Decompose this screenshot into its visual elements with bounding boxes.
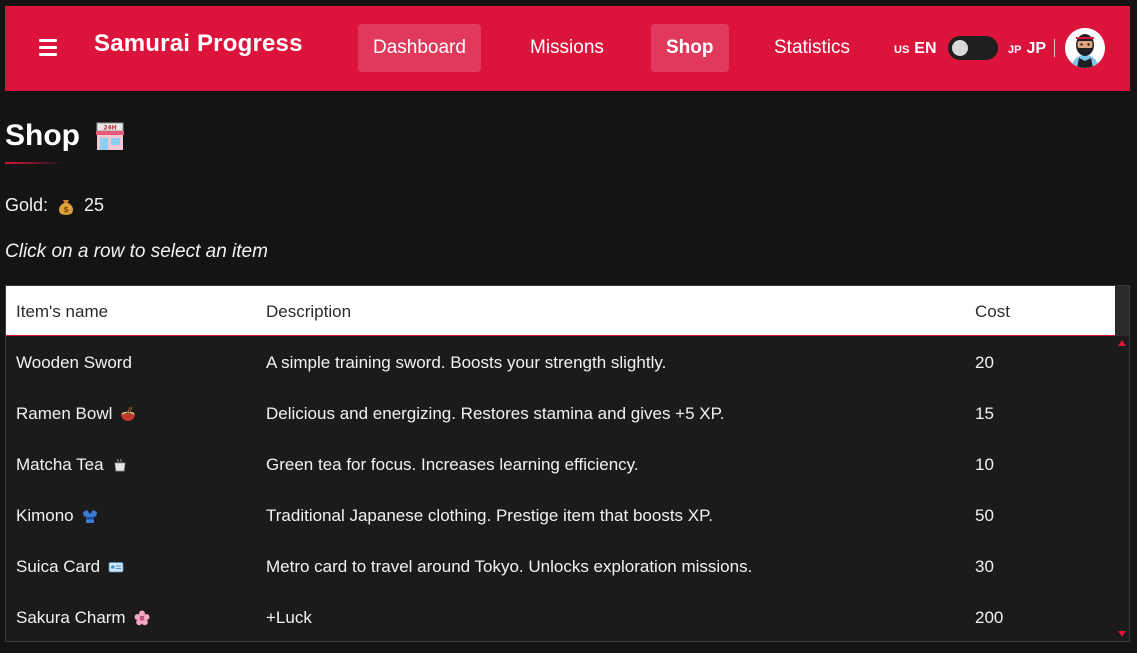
table-row[interactable]: Kimono Traditional Japanese clothing. Pr… — [6, 490, 1116, 541]
nav-shop[interactable]: Shop — [651, 24, 729, 72]
gold-balance: Gold: $ 25 — [5, 195, 104, 216]
language-toggle[interactable] — [948, 36, 998, 60]
user-avatar[interactable] — [1065, 28, 1105, 68]
item-name-cell: Sakura Charm — [16, 608, 150, 628]
table-scrollbar[interactable] — [1115, 286, 1129, 641]
ramen-icon — [121, 406, 136, 421]
item-cost-cell: 200 — [975, 608, 1004, 627]
item-cost-cell: 30 — [975, 557, 994, 576]
gold-label: Gold: — [5, 195, 49, 215]
item-description-cell: A simple training sword. Boosts your str… — [266, 353, 667, 372]
app-brand[interactable]: Samurai Progress — [94, 30, 303, 58]
lang-jp-label: JP JP — [1008, 40, 1046, 58]
item-name: Ramen Bowl — [16, 404, 113, 423]
item-name: Matcha Tea — [16, 455, 104, 474]
id-card-icon — [108, 562, 124, 573]
lang-en-label: US EN — [894, 40, 937, 58]
header-item-name[interactable]: Item's name — [16, 302, 108, 322]
item-name: Sakura Charm — [16, 608, 126, 627]
item-name-cell: Matcha Tea — [16, 455, 128, 475]
us-flag-code: US — [894, 44, 910, 56]
svg-text:24H: 24H — [103, 125, 116, 132]
gold-value: 25 — [84, 195, 105, 215]
title-underline — [5, 162, 63, 164]
header-cost[interactable]: Cost — [975, 302, 1010, 322]
table-row[interactable]: Suica Card Metro card to travel around T… — [6, 541, 1116, 592]
item-name-cell: Suica Card — [16, 557, 124, 577]
svg-text:$: $ — [63, 205, 69, 214]
item-cost-cell: 15 — [975, 404, 994, 423]
nav-statistics[interactable]: Statistics — [759, 24, 865, 72]
item-description-cell: Traditional Japanese clothing. Prestige … — [266, 506, 713, 525]
page-title: Shop 24H — [5, 119, 126, 153]
scrollbar-header-pad — [1115, 286, 1129, 336]
nav-divider — [1054, 39, 1055, 57]
item-cost-cell: 20 — [975, 353, 994, 372]
item-name-cell: Wooden Sword — [16, 353, 132, 373]
toggle-knob — [952, 40, 968, 56]
table-row[interactable]: Sakura Charm +Luck 200 — [6, 592, 1116, 641]
table-row[interactable]: Ramen Bowl Delicious and energizing. Res… — [6, 388, 1116, 439]
page-title-text: Shop — [5, 119, 80, 152]
kimono-icon — [82, 510, 97, 523]
item-description-cell: +Luck — [266, 608, 312, 627]
item-description-cell: Metro card to travel around Tokyo. Unloc… — [266, 557, 753, 576]
top-navbar: Samurai Progress Dashboard Missions Shop… — [5, 6, 1130, 91]
jp-flag-code: JP — [1008, 44, 1022, 56]
convenience-store-icon: 24H — [96, 122, 124, 150]
item-name: Suica Card — [16, 557, 101, 576]
header-description[interactable]: Description — [266, 302, 351, 322]
lang-en-text: EN — [914, 40, 937, 57]
shop-table: Item's name Description Cost Wooden Swor… — [5, 285, 1130, 642]
item-name: Kimono — [16, 506, 74, 525]
item-cost-cell: 10 — [975, 455, 994, 474]
select-hint: Click on a row to select an item — [5, 241, 268, 262]
item-cost-cell: 50 — [975, 506, 994, 525]
tea-icon — [114, 458, 126, 472]
scroll-up-arrow-icon[interactable] — [1118, 340, 1126, 346]
ninja-avatar-icon — [1065, 28, 1105, 68]
nav-dashboard[interactable]: Dashboard — [358, 24, 481, 72]
table-header: Item's name Description Cost — [6, 286, 1116, 336]
item-name: Wooden Sword — [16, 353, 132, 372]
hamburger-menu-button[interactable] — [39, 39, 57, 56]
lang-jp-text: JP — [1026, 40, 1047, 57]
scroll-down-arrow-icon[interactable] — [1118, 631, 1126, 637]
item-description-cell: Delicious and energizing. Restores stami… — [266, 404, 725, 423]
table-row[interactable]: Wooden Sword A simple training sword. Bo… — [6, 337, 1116, 388]
money-bag-icon: $ — [59, 199, 73, 215]
item-name-cell: Kimono — [16, 506, 98, 526]
cherry-blossom-icon — [134, 610, 150, 626]
table-row[interactable]: Matcha Tea Green tea for focus. Increase… — [6, 439, 1116, 490]
item-name-cell: Ramen Bowl — [16, 404, 136, 424]
item-description-cell: Green tea for focus. Increases learning … — [266, 455, 639, 474]
nav-missions[interactable]: Missions — [515, 24, 619, 72]
